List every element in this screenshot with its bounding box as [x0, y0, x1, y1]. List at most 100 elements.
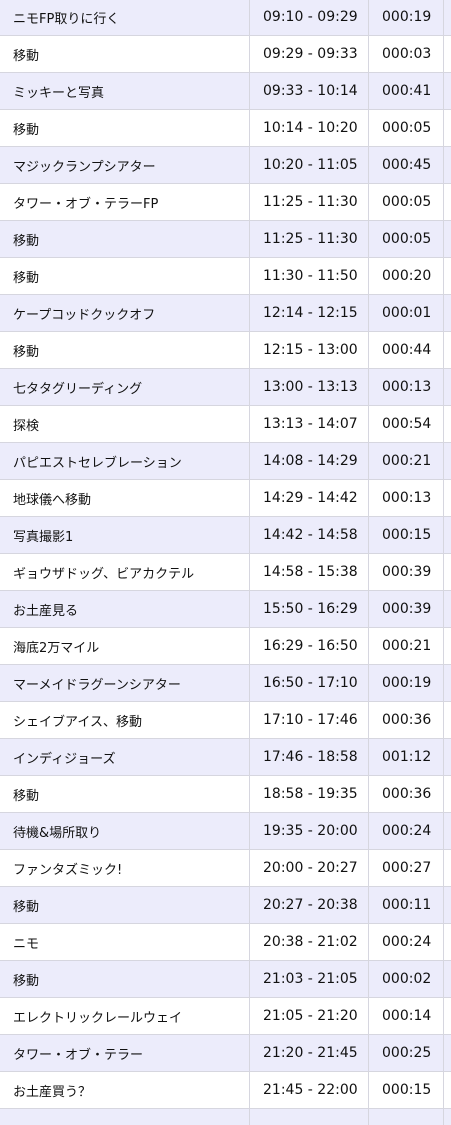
table-row[interactable]: ケープコッドクックオフ 12:14 - 12:15 000:01 [0, 295, 451, 332]
table-row[interactable]: 待機&場所取り 19:35 - 20:00 000:24 [0, 813, 451, 850]
extra-column-cell [444, 221, 451, 257]
table-row[interactable]: 七タタグリーディング 13:00 - 13:13 000:13 [0, 369, 451, 406]
table-row[interactable]: パピエストセレブレーション 14:08 - 14:29 000:21 [0, 443, 451, 480]
activity-cell: 移動 [0, 258, 250, 294]
table-row[interactable]: ニモ 20:38 - 21:02 000:24 [0, 924, 451, 961]
activity-cell: 移動 [0, 776, 250, 812]
duration-cell: 000:36 [369, 702, 444, 738]
activity-cell: ミッキーと写真 [0, 73, 250, 109]
table-row[interactable]: 海底2万マイル 16:29 - 16:50 000:21 [0, 628, 451, 665]
activity-cell: エレクトリックレールウェイ [0, 998, 250, 1034]
activity-cell: 七タタグリーディング [0, 369, 250, 405]
time-range-cell: 10:20 - 11:05 [250, 147, 369, 183]
duration-cell: 000:44 [369, 332, 444, 368]
time-range-cell: 19:35 - 20:00 [250, 813, 369, 849]
duration-cell: 000:01 [369, 295, 444, 331]
duration-cell [369, 1109, 444, 1125]
duration-cell: 000:36 [369, 776, 444, 812]
table-row[interactable]: 移動 10:14 - 10:20 000:05 [0, 110, 451, 147]
table-row[interactable]: ギョウザドッグ、ビアカクテル 14:58 - 15:38 000:39 [0, 554, 451, 591]
table-row[interactable] [0, 1109, 451, 1125]
table-row[interactable]: 地球儀へ移動 14:29 - 14:42 000:13 [0, 480, 451, 517]
duration-cell: 000:11 [369, 887, 444, 923]
extra-column-cell [444, 110, 451, 146]
duration-cell: 000:21 [369, 443, 444, 479]
extra-column-cell [444, 739, 451, 775]
table-row[interactable]: タワー・オブ・テラー 21:20 - 21:45 000:25 [0, 1035, 451, 1072]
time-range-cell: 15:50 - 16:29 [250, 591, 369, 627]
table-row[interactable]: マジックランプシアター 10:20 - 11:05 000:45 [0, 147, 451, 184]
extra-column-cell [444, 517, 451, 553]
time-range-cell: 18:58 - 19:35 [250, 776, 369, 812]
duration-cell: 000:19 [369, 665, 444, 701]
time-range-cell: 09:33 - 10:14 [250, 73, 369, 109]
time-range-cell: 10:14 - 10:20 [250, 110, 369, 146]
table-row[interactable]: 探検 13:13 - 14:07 000:54 [0, 406, 451, 443]
duration-cell: 000:20 [369, 258, 444, 294]
table-row[interactable]: 移動 20:27 - 20:38 000:11 [0, 887, 451, 924]
activity-cell: タワー・オブ・テラー [0, 1035, 250, 1071]
extra-column-cell [444, 591, 451, 627]
duration-cell: 000:15 [369, 517, 444, 553]
activity-cell: 移動 [0, 110, 250, 146]
extra-column-cell [444, 850, 451, 886]
extra-column-cell [444, 554, 451, 590]
time-range-cell: 16:50 - 17:10 [250, 665, 369, 701]
extra-column-cell [444, 628, 451, 664]
duration-cell: 000:39 [369, 591, 444, 627]
table-row[interactable]: お土産買う？ 21:45 - 22:00 000:15 [0, 1072, 451, 1109]
activity-cell: ケープコッドクックオフ [0, 295, 250, 331]
table-row[interactable]: 移動 11:25 - 11:30 000:05 [0, 221, 451, 258]
time-range-cell: 12:15 - 13:00 [250, 332, 369, 368]
extra-column-cell [444, 1072, 451, 1108]
table-row[interactable]: お土産見る 15:50 - 16:29 000:39 [0, 591, 451, 628]
duration-cell: 000:27 [369, 850, 444, 886]
table-row[interactable]: 移動 09:29 - 09:33 000:03 [0, 36, 451, 73]
activity-cell: パピエストセレブレーション [0, 443, 250, 479]
extra-column-cell [444, 961, 451, 997]
duration-cell: 000:05 [369, 110, 444, 146]
table-row[interactable]: エレクトリックレールウェイ 21:05 - 21:20 000:14 [0, 998, 451, 1035]
activity-cell: 地球儀へ移動 [0, 480, 250, 516]
extra-column-cell [444, 1109, 451, 1125]
extra-column-cell [444, 295, 451, 331]
activity-cell: お土産見る [0, 591, 250, 627]
time-range-cell: 13:00 - 13:13 [250, 369, 369, 405]
activity-cell: 探検 [0, 406, 250, 442]
extra-column-cell [444, 332, 451, 368]
time-range-cell: 09:29 - 09:33 [250, 36, 369, 72]
duration-cell: 000:05 [369, 184, 444, 220]
extra-column-cell [444, 406, 451, 442]
time-range-cell: 17:10 - 17:46 [250, 702, 369, 738]
duration-cell: 000:02 [369, 961, 444, 997]
duration-cell: 000:41 [369, 73, 444, 109]
table-row[interactable]: インディジョーズ 17:46 - 18:58 001:12 [0, 739, 451, 776]
activity-cell: お土産買う？ [0, 1072, 250, 1108]
duration-cell: 000:24 [369, 924, 444, 960]
duration-cell: 001:12 [369, 739, 444, 775]
extra-column-cell [444, 147, 451, 183]
time-range-cell: 11:25 - 11:30 [250, 184, 369, 220]
table-row[interactable]: 写真撮影1 14:42 - 14:58 000:15 [0, 517, 451, 554]
activity-cell: ギョウザドッグ、ビアカクテル [0, 554, 250, 590]
table-row[interactable]: ミッキーと写真 09:33 - 10:14 000:41 [0, 73, 451, 110]
schedule-table: ニモFP取りに行く 09:10 - 09:29 000:19 移動 09:29 - 09… [0, 0, 451, 1125]
activity-cell: 移動 [0, 221, 250, 257]
extra-column-cell [444, 776, 451, 812]
table-row[interactable]: ファンタズミック! 20:00 - 20:27 000:27 [0, 850, 451, 887]
table-row[interactable]: マーメイドラグーンシアター 16:50 - 17:10 000:19 [0, 665, 451, 702]
activity-cell: 待機&場所取り [0, 813, 250, 849]
table-row[interactable]: シェイブアイス、移動 17:10 - 17:46 000:36 [0, 702, 451, 739]
time-range-cell: 12:14 - 12:15 [250, 295, 369, 331]
time-range-cell [250, 1109, 369, 1125]
table-row[interactable]: タワー・オブ・テラーFP 11:25 - 11:30 000:05 [0, 184, 451, 221]
time-range-cell: 14:29 - 14:42 [250, 480, 369, 516]
duration-cell: 000:14 [369, 998, 444, 1034]
table-row[interactable]: 移動 11:30 - 11:50 000:20 [0, 258, 451, 295]
activity-cell: 移動 [0, 36, 250, 72]
duration-cell: 000:25 [369, 1035, 444, 1071]
table-row[interactable]: 移動 21:03 - 21:05 000:02 [0, 961, 451, 998]
table-row[interactable]: 移動 18:58 - 19:35 000:36 [0, 776, 451, 813]
table-row[interactable]: ニモFP取りに行く 09:10 - 09:29 000:19 [0, 0, 451, 36]
table-row[interactable]: 移動 12:15 - 13:00 000:44 [0, 332, 451, 369]
